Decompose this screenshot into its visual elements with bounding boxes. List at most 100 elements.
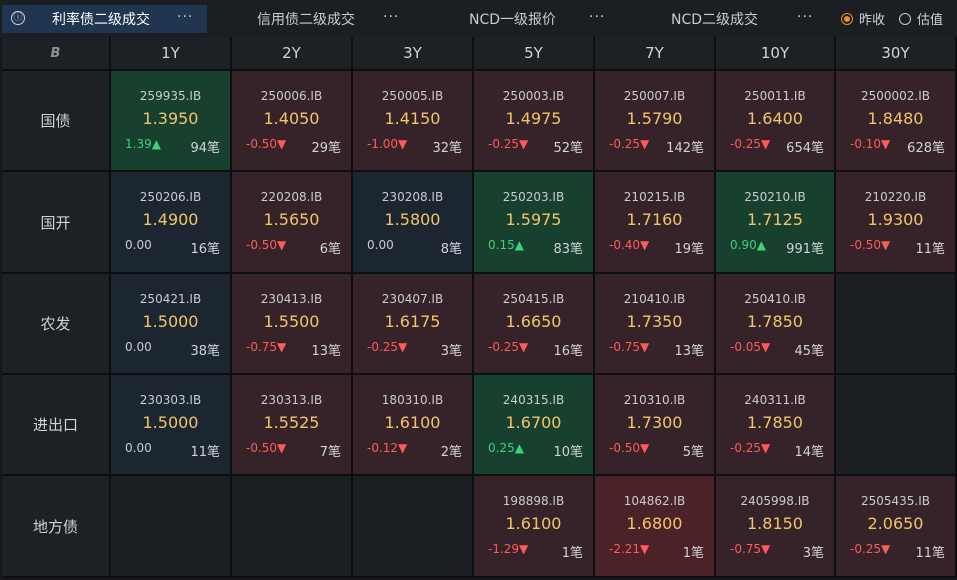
- tab-rates-secondary[interactable]: ⓘ 利率债二级成交 ···: [2, 4, 207, 33]
- bond-yield: 1.7850: [747, 413, 803, 432]
- column-header-2y[interactable]: 2Y: [232, 37, 353, 71]
- trade-count: 628笔: [907, 141, 945, 156]
- column-header-30y[interactable]: 30Y: [836, 37, 957, 71]
- bond-code: 220208.IB: [260, 190, 323, 204]
- bond-yield: 1.7850: [747, 312, 803, 331]
- trade-count: 1笔: [682, 546, 704, 561]
- column-header-5y[interactable]: 5Y: [474, 37, 595, 71]
- bond-quote-cell[interactable]: 2500002.IB 1.8480 -0.10▼ 628笔: [836, 71, 957, 172]
- trade-count: 5笔: [682, 445, 704, 460]
- column-header-10y[interactable]: 10Y: [716, 37, 836, 71]
- radio-label: 估值: [916, 13, 943, 28]
- bond-quote-cell[interactable]: 230303.IB 1.5000 0.00 11笔: [111, 375, 232, 476]
- bond-quote-cell[interactable]: 240315.IB 1.6700 0.25▲ 10笔: [474, 375, 595, 476]
- bond-yield: 1.5000: [142, 413, 199, 432]
- bond-code: 210215.IB: [623, 190, 686, 204]
- bond-quote-cell[interactable]: 250011.IB 1.6400 -0.25▼ 654笔: [716, 71, 836, 172]
- row-header[interactable]: 国债: [2, 71, 111, 172]
- bond-quote-cell[interactable]: 230313.IB 1.5525 -0.50▼ 7笔: [232, 375, 353, 476]
- bond-yield: 1.4900: [142, 210, 199, 229]
- bond-quote-cell[interactable]: 250007.IB 1.5790 -0.25▼ 142笔: [595, 71, 716, 172]
- bond-yield: 1.5500: [263, 312, 320, 331]
- bond-yield: 1.5975: [505, 210, 562, 229]
- tab-credit-secondary[interactable]: 信用债二级成交 ···: [215, 5, 415, 33]
- empty-cell: [836, 375, 957, 476]
- trade-count: 142笔: [666, 141, 704, 156]
- radio-prev-close[interactable]: 昨收: [840, 9, 885, 28]
- bond-yield: 1.3950: [142, 109, 199, 128]
- bond-code: 2505435.IB: [860, 494, 931, 508]
- bond-code: 250011.IB: [744, 89, 806, 103]
- bond-yield: 1.5790: [626, 109, 683, 128]
- bond-quote-cell[interactable]: 230413.IB 1.5500 -0.75▼ 13笔: [232, 274, 353, 375]
- row-header[interactable]: 进出口: [2, 375, 111, 476]
- bond-quote-cell[interactable]: 250415.IB 1.6650 -0.25▼ 16笔: [474, 274, 595, 375]
- bond-quote-cell[interactable]: 198898.IB 1.6100 -1.29▼ 1笔: [474, 476, 595, 578]
- trade-count: 94笔: [190, 141, 220, 156]
- yield-change: -0.75▼: [246, 340, 287, 354]
- row-header[interactable]: 农发: [2, 274, 111, 375]
- trade-count: 654笔: [786, 141, 824, 156]
- trade-count: 45笔: [794, 344, 824, 359]
- row-header[interactable]: 国开: [2, 172, 111, 274]
- more-icon[interactable]: ···: [797, 9, 813, 25]
- bond-quote-cell[interactable]: 250421.IB 1.5000 0.00 38笔: [111, 274, 232, 375]
- trade-count: 3笔: [802, 546, 824, 561]
- bond-quote-cell[interactable]: 250003.IB 1.4975 -0.25▼ 52笔: [474, 71, 595, 172]
- trade-count: 38笔: [190, 344, 220, 359]
- tab-ncd-primary[interactable]: NCD一级报价 ···: [415, 5, 615, 33]
- yield-change: 1.39▲: [125, 137, 161, 151]
- top-tab-bar: ⓘ 利率债二级成交 ··· 信用债二级成交 ··· NCD一级报价 ··· NC…: [0, 0, 957, 37]
- bond-quote-cell[interactable]: 250005.IB 1.4150 -1.00▼ 32笔: [353, 71, 474, 172]
- bond-code: 230303.IB: [139, 393, 202, 407]
- bond-quote-cell[interactable]: 210215.IB 1.7160 -0.40▼ 19笔: [595, 172, 716, 274]
- trade-count: 16笔: [190, 242, 220, 257]
- column-header-3y[interactable]: 3Y: [353, 37, 474, 71]
- bond-quote-cell[interactable]: 230407.IB 1.6175 -0.25▼ 3笔: [353, 274, 474, 375]
- yield-change: -0.50▼: [246, 238, 287, 252]
- bond-quote-cell[interactable]: 250410.IB 1.7850 -0.05▼ 45笔: [716, 274, 836, 375]
- bond-quote-cell[interactable]: 250203.IB 1.5975 0.15▲ 83笔: [474, 172, 595, 274]
- column-header-7y[interactable]: 7Y: [595, 37, 716, 71]
- bond-yield: 1.6800: [626, 514, 683, 533]
- bond-code: 2405998.IB: [740, 494, 810, 508]
- more-icon[interactable]: ···: [177, 9, 193, 25]
- bond-quote-cell[interactable]: 2505435.IB 2.0650 -0.25▼ 11笔: [836, 476, 957, 578]
- row-header[interactable]: 地方债: [2, 476, 111, 578]
- bond-code: 104862.IB: [623, 494, 686, 508]
- trade-count: 8笔: [440, 242, 462, 257]
- bond-yield: 1.6100: [505, 514, 562, 533]
- bond-quote-cell[interactable]: 259935.IB 1.3950 1.39▲ 94笔: [111, 71, 232, 172]
- bond-code: 250005.IB: [381, 89, 444, 103]
- bond-code: 250003.IB: [502, 89, 565, 103]
- price-basis-radio-group: 昨收 估值: [840, 0, 957, 37]
- bond-quote-cell[interactable]: 210310.IB 1.7300 -0.50▼ 5笔: [595, 375, 716, 476]
- bond-quote-cell[interactable]: 210220.IB 1.9300 -0.50▼ 11笔: [836, 172, 957, 274]
- bond-code: 210410.IB: [623, 292, 686, 306]
- bond-quote-cell[interactable]: 250210.IB 1.7125 0.90▲ 991笔: [716, 172, 836, 274]
- bond-quote-cell[interactable]: 180310.IB 1.6100 -0.12▼ 2笔: [353, 375, 474, 476]
- yield-change: 0.00: [125, 441, 152, 455]
- yield-change: -0.40▼: [609, 238, 650, 252]
- radio-valuation[interactable]: 估值: [898, 9, 943, 28]
- bond-quote-cell[interactable]: 220208.IB 1.5650 -0.50▼ 6笔: [232, 172, 353, 274]
- column-header-1y[interactable]: 1Y: [111, 37, 232, 71]
- bond-quote-cell[interactable]: 210410.IB 1.7350 -0.75▼ 13笔: [595, 274, 716, 375]
- bond-quote-cell[interactable]: 104862.IB 1.6800 -2.21▼ 1笔: [595, 476, 716, 578]
- tab-label: NCD一级报价: [469, 11, 557, 28]
- bond-quote-cell[interactable]: 240311.IB 1.7850 -0.25▼ 14笔: [716, 375, 836, 476]
- bond-quote-cell[interactable]: 250006.IB 1.4050 -0.50▼ 29笔: [232, 71, 353, 172]
- more-icon[interactable]: ···: [383, 9, 399, 25]
- more-icon[interactable]: ···: [589, 9, 605, 25]
- bond-quote-cell[interactable]: 250206.IB 1.4900 0.00 16笔: [111, 172, 232, 274]
- info-icon[interactable]: ⓘ: [11, 10, 25, 25]
- bond-code: 259935.IB: [139, 89, 202, 103]
- tab-ncd-secondary[interactable]: NCD二级成交 ···: [615, 5, 825, 33]
- bond-quote-cell[interactable]: 2405998.IB 1.8150 -0.75▼ 3笔: [716, 476, 836, 578]
- yield-change: -0.25▼: [488, 340, 529, 354]
- bond-yield: 1.6400: [747, 109, 803, 128]
- yield-change: 0.00: [125, 340, 152, 354]
- bond-yield: 1.8150: [747, 514, 803, 533]
- bond-quote-cell[interactable]: 230208.IB 1.5800 0.00 8笔: [353, 172, 474, 274]
- tab-label: 信用债二级成交: [257, 11, 355, 28]
